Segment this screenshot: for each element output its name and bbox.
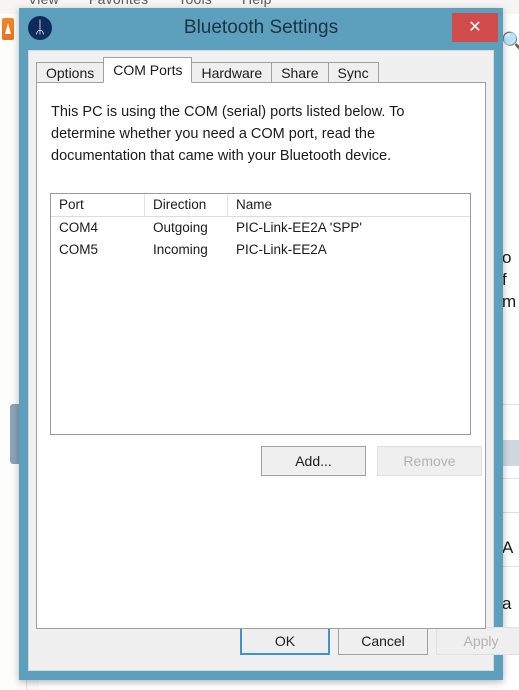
- orange-app-icon: [2, 18, 14, 40]
- tab-hardware[interactable]: Hardware: [191, 62, 273, 83]
- background-menu-tools[interactable]: Tools: [178, 0, 212, 7]
- column-header-direction[interactable]: Direction: [145, 194, 228, 216]
- background-menu-view[interactable]: View: [28, 0, 59, 7]
- table-row[interactable]: COM5 Incoming PIC-Link-EE2A: [51, 239, 470, 261]
- background-text-fragment: A: [502, 538, 514, 557]
- close-icon[interactable]: ✕: [452, 13, 498, 42]
- cell-name: PIC-Link-EE2A 'SPP': [236, 220, 362, 235]
- cell-port: COM4: [59, 220, 99, 235]
- tab-com-ports[interactable]: COM Ports: [103, 57, 193, 83]
- dialog-body: Options COM Ports Hardware Share Sync Th…: [28, 50, 519, 671]
- background-menu-help[interactable]: Help: [242, 0, 272, 7]
- add-button[interactable]: Add...: [261, 446, 366, 476]
- cancel-button[interactable]: Cancel: [338, 627, 428, 655]
- tab-share[interactable]: Share: [271, 62, 329, 83]
- magnifier-icon[interactable]: 🔍: [501, 30, 519, 54]
- table-row[interactable]: COM4 Outgoing PIC-Link-EE2A 'SPP': [51, 217, 470, 239]
- tab-sync[interactable]: Sync: [327, 62, 379, 83]
- column-header-port[interactable]: Port: [51, 194, 145, 216]
- listview-header: Port Direction Name: [51, 194, 470, 217]
- background-text-fragment: o: [502, 248, 512, 267]
- cell-direction: Outgoing: [153, 220, 208, 235]
- remove-button: Remove: [377, 446, 482, 476]
- panel-description: This PC is using the COM (serial) ports …: [51, 104, 405, 164]
- apply-button: Apply: [436, 627, 519, 655]
- dialog-title: Bluetooth Settings: [183, 17, 339, 38]
- cell-direction: Incoming: [153, 242, 208, 257]
- dialog-titlebar[interactable]: ᛦ Bluetooth Settings ✕: [19, 8, 503, 50]
- com-ports-listview[interactable]: Port Direction Name COM4 Outgoing PIC-Li…: [50, 193, 471, 435]
- background-text-fragment: m: [502, 292, 517, 311]
- tab-options[interactable]: Options: [36, 62, 105, 83]
- ok-button[interactable]: OK: [240, 627, 330, 655]
- background-menubar-items: View Favorites Tools Help: [28, 0, 302, 7]
- bluetooth-settings-dialog: ᛦ Bluetooth Settings ✕ Options COM Ports…: [19, 8, 519, 680]
- tab-bar: Options COM Ports Hardware Share Sync: [36, 57, 379, 83]
- background-menu-favorites[interactable]: Favorites: [89, 0, 148, 7]
- cell-name: PIC-Link-EE2A: [236, 242, 327, 257]
- background-text-fragment: a: [502, 594, 512, 613]
- cell-port: COM5: [59, 242, 99, 257]
- background-text-fragment: f: [502, 270, 507, 289]
- com-ports-panel: This PC is using the COM (serial) ports …: [36, 82, 486, 629]
- column-header-name[interactable]: Name: [228, 194, 470, 216]
